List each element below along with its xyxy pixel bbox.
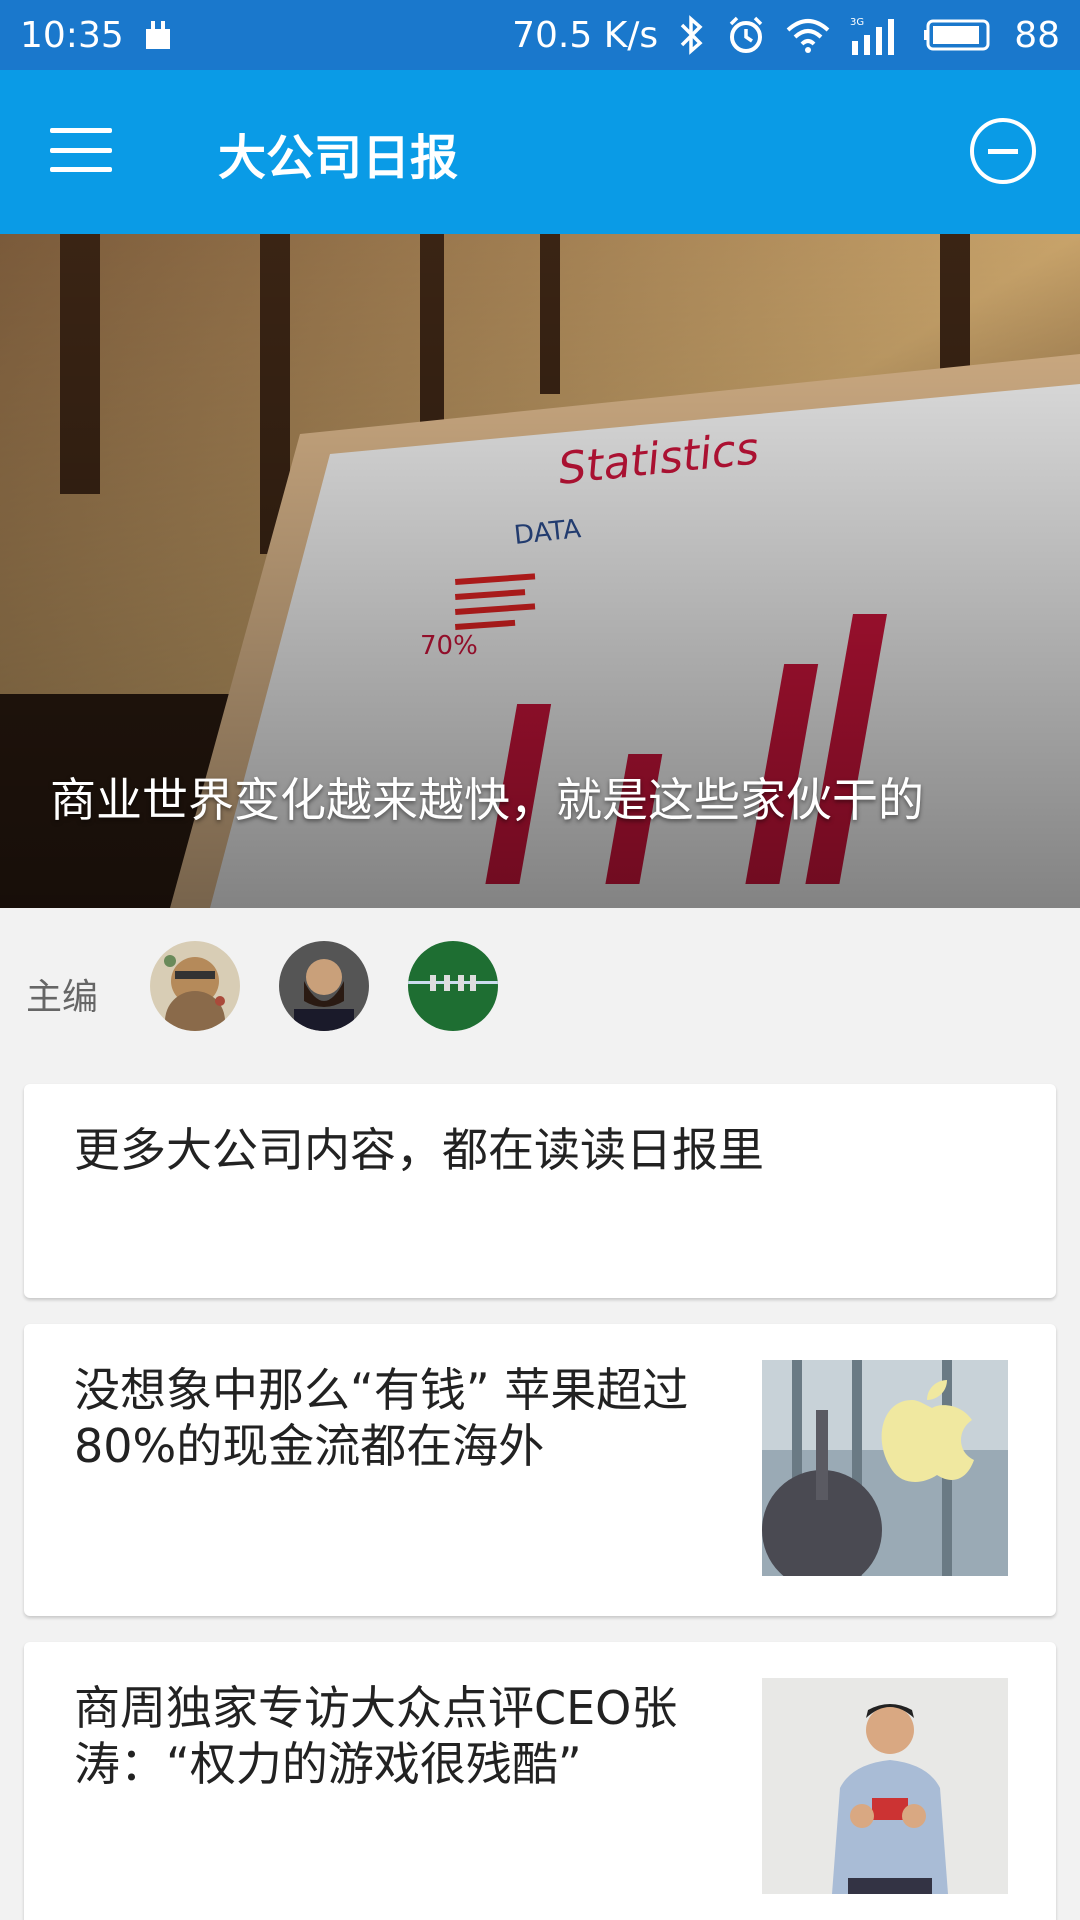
battery-level: 88 xyxy=(1014,14,1060,56)
page-title: 大公司日报 xyxy=(218,130,459,186)
wifi-icon xyxy=(786,16,830,54)
article-title-3-line-2: 涛：“权力的游戏很残酷” xyxy=(74,1737,582,1791)
alarm-icon xyxy=(726,15,766,55)
hero-caption: 商业世界变化越来越快，就是这些家伙干的 xyxy=(50,773,924,827)
network-speed: 70.5 K/s xyxy=(512,14,659,56)
ceo-portrait-image xyxy=(762,1678,1008,1894)
article-card-1[interactable]: 更多大公司内容，都在读读日报里 xyxy=(24,1084,1056,1298)
editors-label: 主编 xyxy=(26,977,99,1018)
article-title-2: 没想象中那么“有钱” 苹果超过 80%的现金流都在海外 xyxy=(74,1362,688,1474)
apple-store-image xyxy=(762,1360,1008,1576)
network-type: 3G xyxy=(850,17,864,28)
editor-avatar-1[interactable] xyxy=(150,941,240,1031)
article-card-3[interactable]: 商周独家专访大众点评CEO张 涛：“权力的游戏很残酷” xyxy=(24,1642,1056,1920)
notification-icon xyxy=(142,19,174,51)
status-bar: 10:35 70.5 K/s 3G 88 xyxy=(0,0,1080,70)
signal-icon: 3G xyxy=(850,15,904,55)
article-title-1: 更多大公司内容，都在读读日报里 xyxy=(74,1123,764,1177)
article-title-3: 商周独家专访大众点评CEO张 涛：“权力的游戏很残酷” xyxy=(74,1680,677,1792)
article-title-2-line-1: 没想象中那么“有钱” 苹果超过 xyxy=(74,1363,689,1417)
article-card-2[interactable]: 没想象中那么“有钱” 苹果超过 80%的现金流都在海外 xyxy=(24,1324,1056,1616)
editor-avatar-3[interactable] xyxy=(408,941,498,1031)
battery-icon xyxy=(924,18,994,52)
editor-avatar-2[interactable] xyxy=(279,941,369,1031)
bluetooth-icon xyxy=(678,15,706,55)
hamburger-menu-icon[interactable] xyxy=(50,128,112,172)
minus-circle-icon[interactable] xyxy=(970,118,1036,184)
editors-row: 主编 xyxy=(0,908,1080,1078)
app-bar: 大公司日报 xyxy=(0,70,1080,234)
article-title-2-line-2: 80%的现金流都在海外 xyxy=(74,1419,545,1473)
article-title-3-line-1: 商周独家专访大众点评CEO张 xyxy=(74,1681,678,1735)
status-time: 10:35 xyxy=(20,14,124,56)
hero-banner[interactable]: Statistics DATA 70% 商业世界变化越来越快，就是这些家伙干的 xyxy=(0,234,1080,908)
